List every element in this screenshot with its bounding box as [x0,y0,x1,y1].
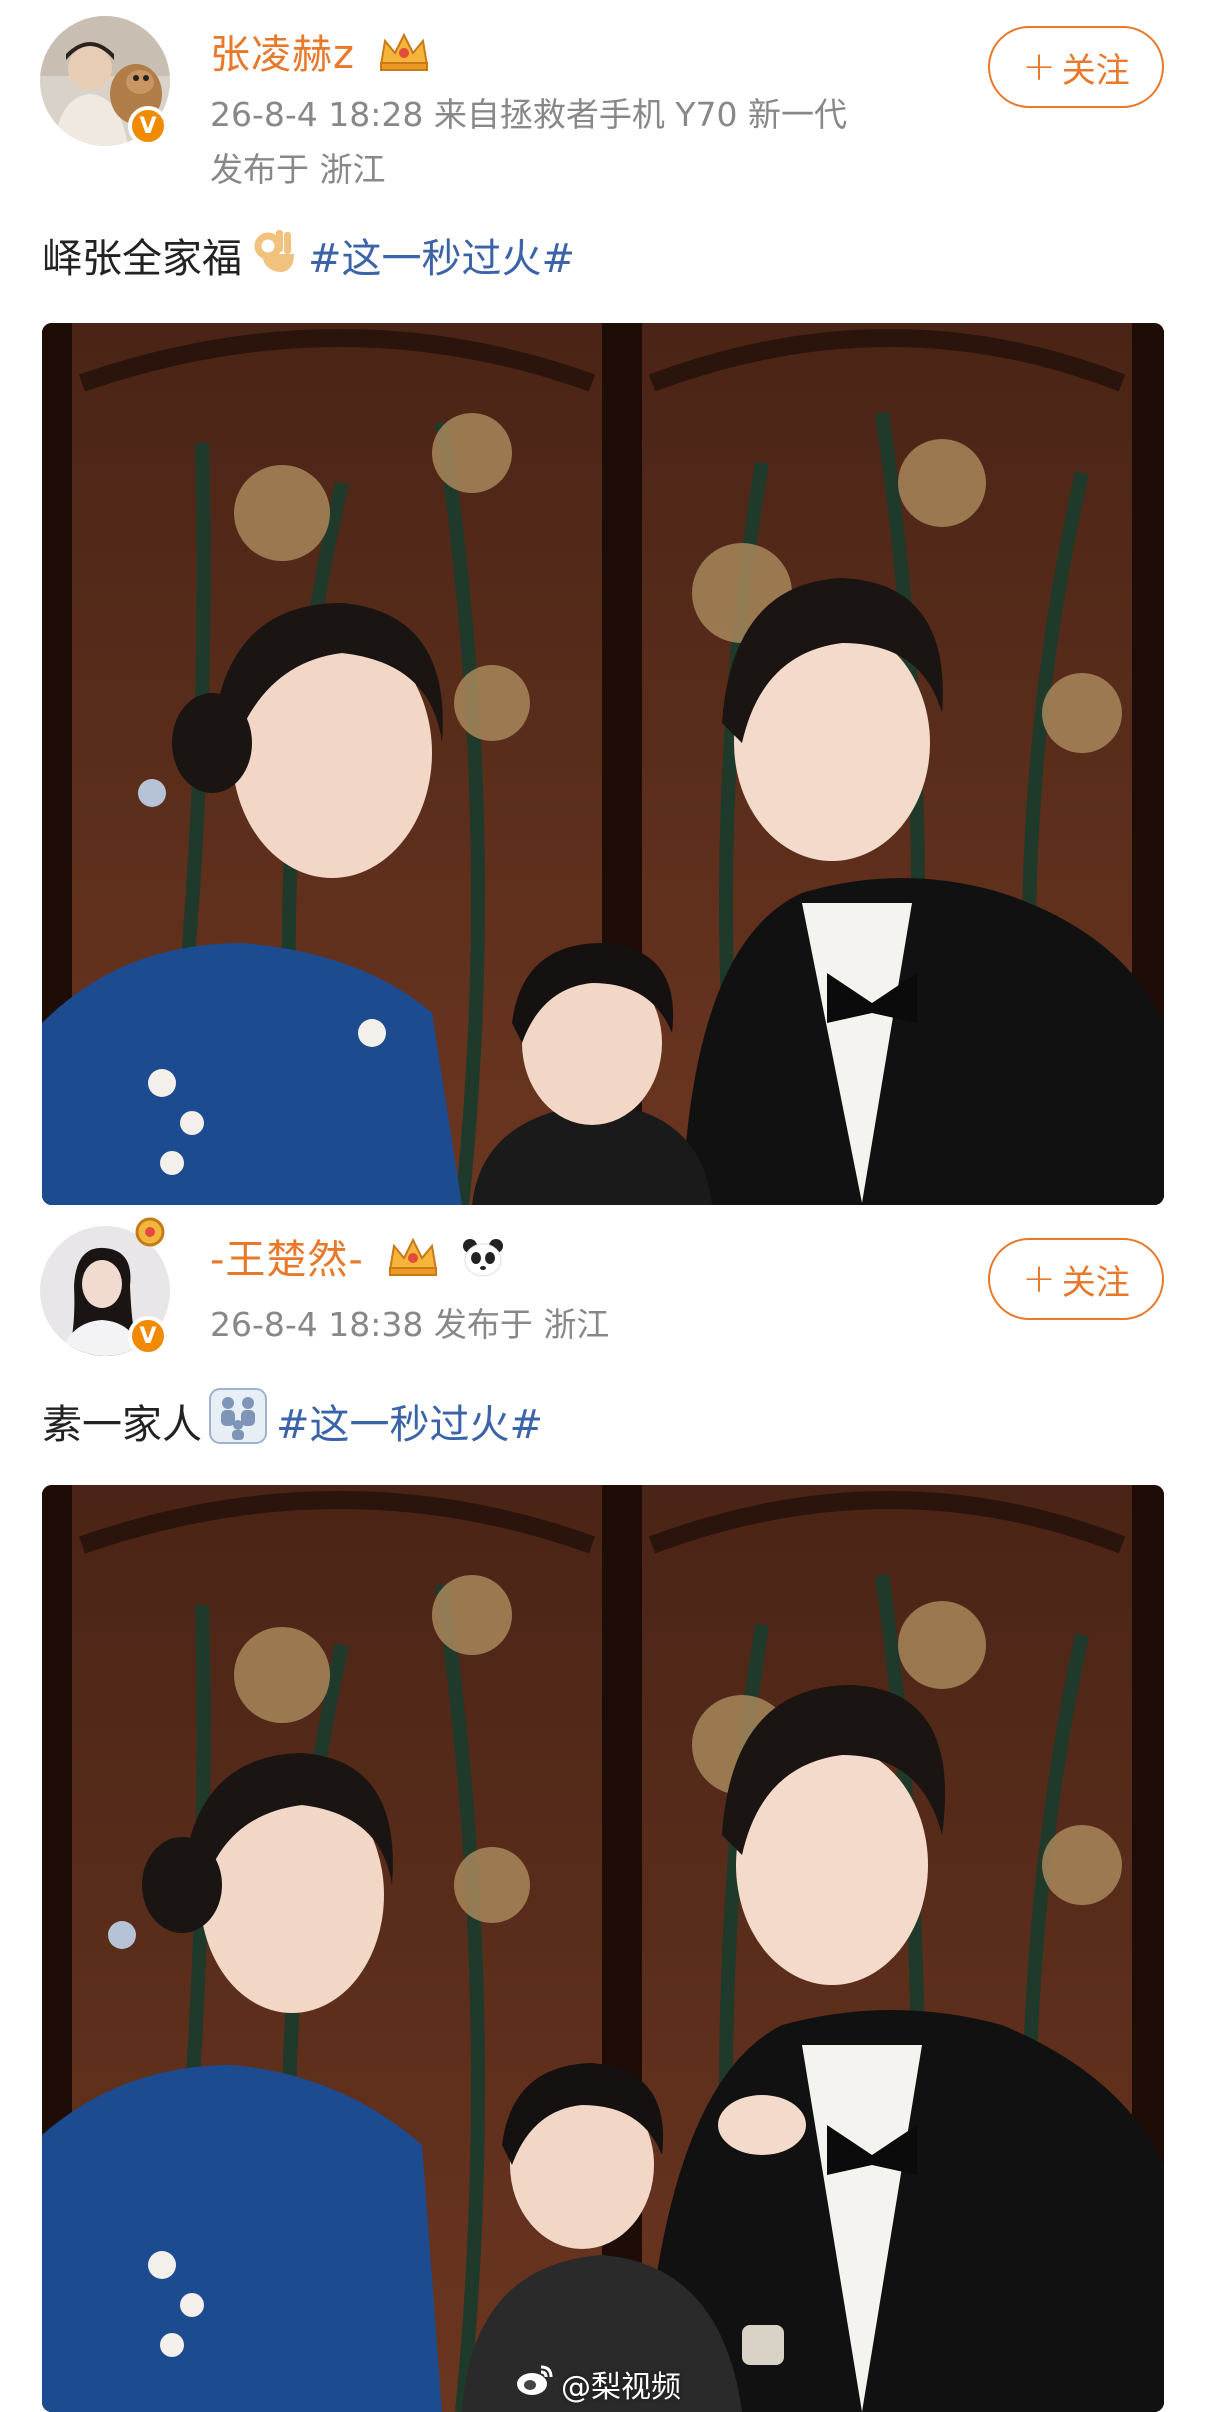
post-meta-line1: 26-8-4 18:38 发布于 浙江 [210,1305,610,1344]
post-location: 发布于 浙江 [210,150,386,189]
plus-icon: + [1022,1256,1056,1302]
follow-button[interactable]: + 关注 [988,26,1164,108]
post-body-text: 峄张全家福 [42,236,242,282]
user-avatar[interactable]: V [40,1217,170,1356]
ok-hand-emoji-icon [248,224,300,286]
panda-emoji-icon [461,1236,505,1288]
username[interactable]: 张凌赫z [210,22,431,83]
follow-label: 关注 [1061,50,1130,91]
username-text: -王楚然- [210,1237,364,1283]
post-text: 素一家人 #这一秒过火# [42,1387,543,1455]
plus-icon: + [1022,44,1056,90]
weibo-icon [515,2363,561,2405]
watermark: @梨视频 [515,2362,681,2406]
hashtag-link[interactable]: #这一秒过火# [276,1392,543,1450]
follow-label: 关注 [1061,1262,1130,1303]
verified-badge-icon: V [128,106,168,146]
hashtag-link[interactable]: #这一秒过火# [308,226,575,284]
post-text: 峄张全家福 #这一秒过火# [42,224,575,286]
username[interactable]: -王楚然- [210,1227,505,1288]
crown-icon [377,31,431,83]
family-emoji-icon [208,1387,268,1455]
post-meta-line1: 26-8-4 18:28 来自拯救者手机 Y70 新一代 [210,95,848,134]
user-avatar[interactable]: V [40,16,170,146]
watermark-text: @梨视频 [561,2370,681,2405]
username-text: 张凌赫z [210,32,355,78]
post-photo[interactable] [42,1485,1164,2412]
post-photo[interactable] [42,323,1164,1205]
crown-icon [386,1236,440,1288]
medal-icon [132,1212,168,1252]
follow-button[interactable]: + 关注 [988,1238,1164,1320]
weibo-post-2: V -王楚然- 26-8-4 18:38 发布于 浙江 + 关注 素一家人 #这… [0,1205,1206,2412]
weibo-post-1: V 张凌赫z 26-8-4 18:28 来自拯救者手机 Y70 新一代 发布于 … [0,0,1206,1205]
verified-badge-icon: V [128,1316,168,1356]
post-body-text: 素一家人 [42,1402,202,1448]
